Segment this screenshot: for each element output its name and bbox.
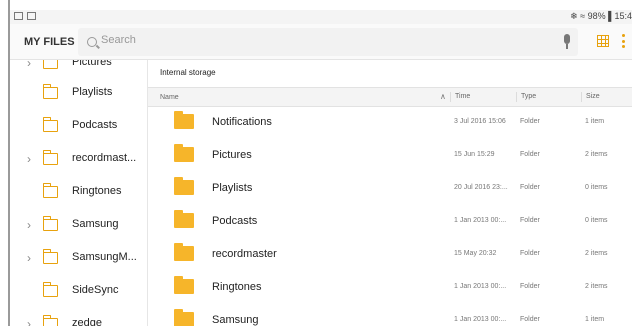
sidebar-item-ringtones[interactable]: Ringtones: [10, 175, 147, 208]
file-size: 1 item: [585, 118, 605, 125]
file-size: 0 items: [585, 184, 608, 191]
file-size: 2 items: [585, 151, 608, 158]
folder-icon: [43, 117, 58, 132]
file-time: 1 Jan 2013 00:...: [454, 316, 507, 323]
folder-icon: [43, 216, 58, 231]
file-size: 1 item: [585, 316, 605, 323]
folder-icon: [43, 315, 58, 326]
sidebar-item-recordmaster[interactable]: › recordmast...: [10, 142, 147, 175]
sidebar-item-label: Podcasts: [72, 119, 118, 131]
sidebar-item-label: SamsungM...: [72, 251, 137, 263]
file-row[interactable]: Pictures 15 Jun 15:29 Folder 2 items: [148, 137, 632, 170]
file-name: Podcasts: [212, 215, 258, 227]
folder-icon: [43, 150, 58, 165]
file-type: Folder: [520, 151, 540, 158]
location-breadcrumb[interactable]: Internal storage: [160, 68, 216, 77]
file-type: Folder: [520, 283, 540, 290]
file-time: 3 Jul 2016 15:06: [454, 118, 506, 125]
app-window: ❄ ≈ 98% ▌15:4 MY FILES › Pictures Playli…: [8, 0, 632, 326]
file-type: Folder: [520, 217, 540, 224]
folder-icon: [43, 249, 58, 264]
search-input[interactable]: [101, 34, 521, 46]
file-time: 1 Jan 2013 00:...: [454, 217, 507, 224]
file-type: Folder: [520, 250, 540, 257]
file-row[interactable]: Ringtones 1 Jan 2013 00:... Folder 2 ite…: [148, 269, 632, 302]
column-header-name[interactable]: Name: [160, 94, 179, 101]
folder-tree-sidebar: › Pictures Playlists Podcasts › recordma…: [10, 60, 148, 326]
file-row[interactable]: Podcasts 1 Jan 2013 00:... Folder 0 item…: [148, 203, 632, 236]
sidebar-item-label: Samsung: [72, 218, 119, 230]
folder-icon: [174, 210, 194, 228]
sidebar-item-samsung[interactable]: › Samsung: [10, 208, 147, 241]
folder-icon: [43, 282, 58, 297]
file-name: Notifications: [212, 116, 272, 128]
sidebar-item-podcasts[interactable]: Podcasts: [10, 109, 147, 142]
sidebar-item-playlists[interactable]: Playlists: [10, 76, 147, 109]
sidebar-item-label: SideSync: [72, 284, 119, 296]
file-name: Samsung: [212, 314, 259, 326]
more-options-icon[interactable]: [622, 34, 626, 48]
sidebar-item-label: recordmast...: [72, 152, 137, 164]
file-list-panel: Internal storage Name ∧ Time Type Size N…: [148, 60, 632, 326]
folder-icon: [174, 243, 194, 261]
file-row[interactable]: Notifications 3 Jul 2016 15:06 Folder 1 …: [148, 104, 632, 137]
file-size: 0 items: [585, 217, 608, 224]
sidebar-item-label: Playlists: [72, 86, 113, 98]
folder-icon: [43, 84, 58, 99]
file-name: recordmaster: [212, 248, 277, 260]
sidebar-item-label: Pictures: [72, 60, 112, 68]
sort-ascending-icon[interactable]: ∧: [440, 92, 446, 101]
file-time: 15 May 20:32: [454, 250, 497, 257]
chevron-right-icon[interactable]: ›: [27, 152, 31, 166]
folder-icon: [174, 177, 194, 195]
search-icon: [87, 37, 97, 47]
sidebar-item-label: zedge: [72, 317, 102, 326]
file-type: Folder: [520, 118, 540, 125]
sidebar-item-sidesync[interactable]: SideSync: [10, 274, 147, 307]
chevron-right-icon[interactable]: ›: [27, 251, 31, 265]
folder-icon: [174, 144, 194, 162]
chevron-right-icon[interactable]: ›: [27, 218, 31, 232]
search-bar[interactable]: [78, 28, 578, 56]
status-bar: ❄ ≈ 98% ▌15:4: [10, 10, 632, 24]
file-name: Pictures: [212, 149, 252, 161]
file-time: 20 Jul 2016 23:...: [454, 184, 508, 191]
chevron-right-icon[interactable]: ›: [27, 317, 31, 326]
microphone-icon[interactable]: [562, 34, 572, 50]
notification-icons: [14, 12, 36, 20]
top-bar: MY FILES: [10, 24, 632, 60]
file-name: Ringtones: [212, 281, 262, 293]
message-notification-icon: [27, 12, 36, 20]
file-type: Folder: [520, 184, 540, 191]
file-time: 15 Jun 15:29: [454, 151, 495, 158]
folder-icon: [174, 309, 194, 326]
chevron-right-icon[interactable]: ›: [27, 60, 31, 70]
sidebar-item-zedge[interactable]: › zedge: [10, 307, 147, 326]
file-name: Playlists: [212, 182, 253, 194]
file-time: 1 Jan 2013 00:...: [454, 283, 507, 290]
folder-icon: [174, 111, 194, 129]
folder-icon: [174, 276, 194, 294]
file-row[interactable]: recordmaster 15 May 20:32 Folder 2 items: [148, 236, 632, 269]
file-size: 2 items: [585, 283, 608, 290]
column-header-type[interactable]: Type: [516, 92, 536, 102]
file-type: Folder: [520, 316, 540, 323]
column-header-time[interactable]: Time: [450, 92, 470, 102]
folder-icon: [43, 183, 58, 198]
grid-view-icon[interactable]: [597, 35, 609, 47]
sidebar-item-samsungm[interactable]: › SamsungM...: [10, 241, 147, 274]
column-header-size[interactable]: Size: [581, 92, 600, 102]
file-row[interactable]: Playlists 20 Jul 2016 23:... Folder 0 it…: [148, 170, 632, 203]
app-title: MY FILES: [24, 36, 75, 48]
sidebar-item-label: Ringtones: [72, 185, 122, 197]
folder-icon: [43, 60, 58, 69]
image-notification-icon: [14, 12, 23, 20]
file-row[interactable]: Samsung 1 Jan 2013 00:... Folder 1 item: [148, 302, 632, 326]
status-indicators: ❄ ≈ 98% ▌15:4: [570, 11, 632, 21]
file-size: 2 items: [585, 250, 608, 257]
